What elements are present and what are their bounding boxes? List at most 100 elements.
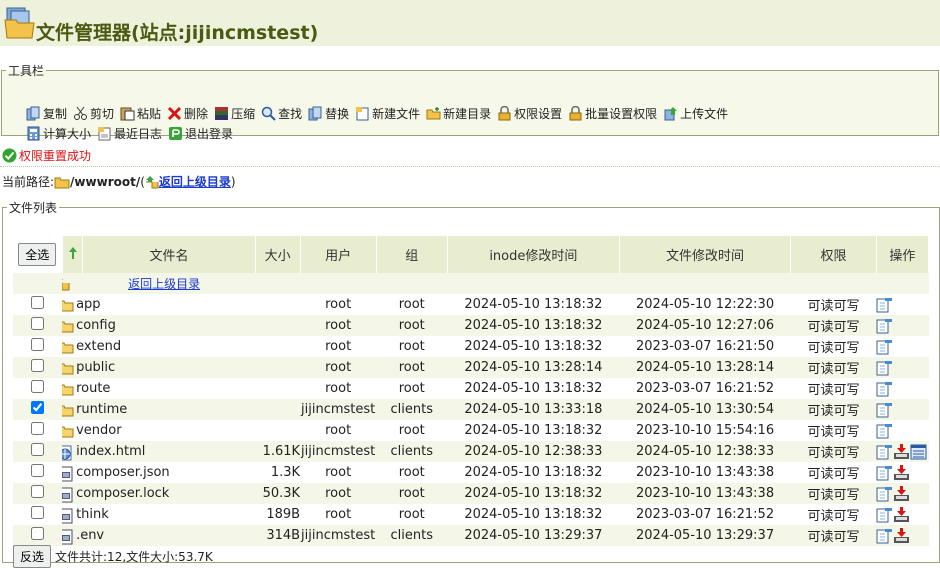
file-name[interactable]: app: [76, 297, 100, 312]
edit-icon[interactable]: [876, 444, 893, 460]
col-user[interactable]: 用户: [300, 236, 377, 273]
view-icon[interactable]: [910, 444, 927, 460]
col-size[interactable]: 大小: [255, 236, 301, 273]
row-checkbox[interactable]: [31, 485, 45, 498]
edit-icon[interactable]: [876, 318, 893, 334]
status-message: 权限重置成功: [2, 147, 91, 164]
logout-button[interactable]: 退出登录: [168, 125, 233, 142]
download-icon[interactable]: [893, 443, 910, 460]
success-check-icon: [2, 148, 17, 163]
replace-icon: [308, 106, 323, 121]
new-folder-icon: [426, 106, 441, 121]
permission: 可读可写: [807, 341, 860, 356]
modified-time: 2024-05-10 13:29:37: [619, 525, 791, 546]
app-header: 文件管理器(站点:jijincmstest): [0, 0, 940, 46]
paste-button[interactable]: 粘贴: [120, 105, 161, 122]
col-inode-time[interactable]: inode修改时间: [447, 236, 620, 273]
file-name[interactable]: vendor: [76, 423, 121, 438]
file-user: root: [325, 423, 352, 438]
file-user: root: [325, 339, 352, 354]
new-file-button[interactable]: 新建文件: [355, 105, 420, 122]
folder-icon: [62, 382, 74, 396]
file-list-panel: 文件列表 全选 文件名 大小 用户 组 inode修改时间 文件修改时间 权限: [2, 199, 940, 568]
scissors-icon: [73, 106, 88, 121]
sort-up-icon[interactable]: [62, 236, 84, 273]
edit-icon[interactable]: [876, 297, 893, 313]
batch-permissions-button[interactable]: 批量设置权限: [568, 105, 657, 122]
row-checkbox[interactable]: [31, 422, 45, 435]
col-group[interactable]: 组: [376, 236, 448, 273]
download-icon[interactable]: [893, 506, 910, 523]
row-checkbox[interactable]: [31, 401, 45, 414]
invert-selection-button[interactable]: 反选: [13, 545, 52, 568]
file-user: root: [300, 483, 377, 504]
go-up-folder-icon[interactable]: [62, 275, 70, 294]
edit-icon[interactable]: [876, 507, 893, 523]
edit-icon[interactable]: [876, 423, 893, 439]
file-name[interactable]: index.html: [76, 444, 145, 459]
file-name[interactable]: public: [76, 360, 115, 375]
file-name[interactable]: composer.json: [76, 465, 170, 480]
file-name[interactable]: composer.lock: [76, 486, 169, 501]
download-icon[interactable]: [893, 464, 910, 481]
inode-time: 2024-05-10 13:18:32: [464, 381, 603, 396]
col-perm[interactable]: 权限: [790, 236, 877, 273]
permissions-button[interactable]: 权限设置: [497, 105, 562, 122]
search-icon: [261, 106, 276, 121]
recent-log-button[interactable]: 最近日志: [97, 125, 162, 142]
row-checkbox[interactable]: [31, 317, 45, 330]
edit-icon[interactable]: [876, 402, 893, 418]
calc-size-button[interactable]: 计算大小: [26, 125, 91, 142]
file-size: [255, 357, 301, 378]
edit-icon[interactable]: [876, 528, 893, 544]
toolbar-legend: 工具栏: [8, 64, 45, 78]
file-name[interactable]: extend: [76, 339, 121, 354]
delete-button[interactable]: 删除: [167, 105, 208, 122]
upload-button[interactable]: 上传文件: [663, 105, 728, 122]
new-folder-button[interactable]: 新建目录: [426, 105, 491, 122]
go-up-icon[interactable]: [145, 175, 159, 189]
edit-icon[interactable]: [876, 381, 893, 397]
delete-label: 删除: [184, 107, 209, 121]
copy-button[interactable]: 复制: [26, 105, 67, 122]
row-checkbox[interactable]: [31, 338, 45, 351]
row-checkbox[interactable]: [31, 464, 45, 477]
file-icon: [62, 487, 74, 502]
replace-button[interactable]: 替换: [308, 105, 349, 122]
lock-icon: [497, 105, 512, 121]
copy-label: 复制: [43, 107, 68, 121]
paste-icon: [120, 106, 135, 121]
file-name[interactable]: runtime: [76, 402, 127, 417]
cut-label: 剪切: [90, 107, 115, 121]
back-to-parent-link[interactable]: 返回上级目录: [159, 173, 231, 190]
select-all-button[interactable]: 全选: [18, 243, 57, 266]
col-filename[interactable]: 文件名: [82, 236, 256, 273]
edit-icon[interactable]: [876, 360, 893, 376]
row-checkbox[interactable]: [31, 359, 45, 372]
row-checkbox[interactable]: [31, 296, 45, 309]
find-button[interactable]: 查找: [261, 105, 302, 122]
parent-dir-link[interactable]: 返回上级目录: [128, 277, 200, 291]
row-checkbox[interactable]: [31, 506, 45, 519]
batch-permissions-label: 批量设置权限: [585, 107, 658, 121]
file-name[interactable]: .env: [76, 528, 104, 543]
compress-button[interactable]: 压缩: [214, 105, 255, 122]
file-name[interactable]: route: [76, 381, 110, 396]
file-group: root: [376, 483, 448, 504]
file-user: root: [300, 315, 377, 336]
edit-icon[interactable]: [876, 339, 893, 355]
html-file-icon: [62, 445, 74, 460]
row-checkbox[interactable]: [31, 527, 45, 540]
file-name[interactable]: config: [76, 318, 116, 333]
file-icon: [62, 466, 74, 481]
edit-icon[interactable]: [876, 486, 893, 502]
row-checkbox[interactable]: [31, 443, 45, 456]
edit-icon[interactable]: [876, 465, 893, 481]
file-name[interactable]: think: [76, 507, 109, 522]
download-icon[interactable]: [893, 485, 910, 502]
divider: [0, 166, 940, 167]
cut-button[interactable]: 剪切: [73, 105, 114, 122]
download-icon[interactable]: [893, 527, 910, 544]
row-checkbox[interactable]: [31, 380, 45, 393]
col-mtime[interactable]: 文件修改时间: [619, 236, 792, 273]
